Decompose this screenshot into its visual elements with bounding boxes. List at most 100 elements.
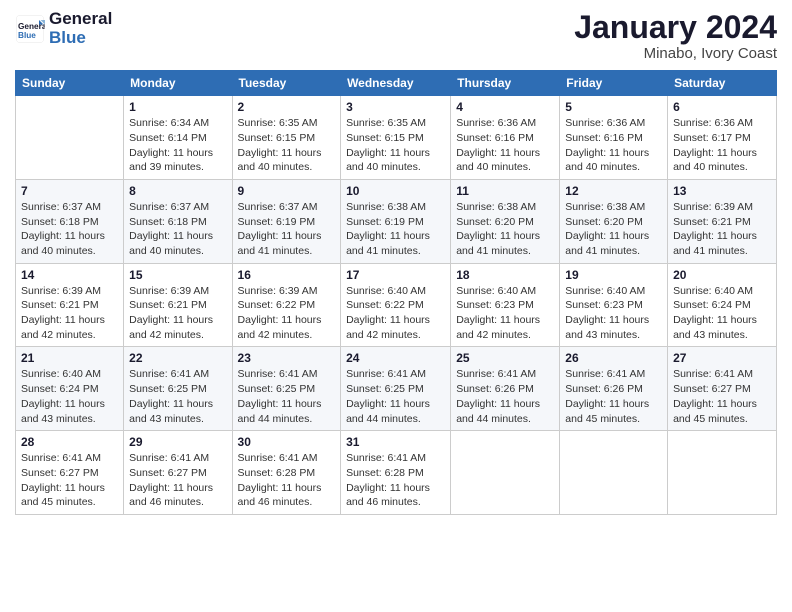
page: General Blue General Blue January 2024 M…	[0, 0, 792, 612]
day-cell: 18Sunrise: 6:40 AM Sunset: 6:23 PM Dayli…	[451, 263, 560, 347]
day-number: 30	[238, 435, 336, 449]
week-row-2: 7 Sunrise: 6:37 AM Sunset: 6:18 PM Daylig…	[16, 179, 777, 263]
header-row: SundayMondayTuesdayWednesdayThursdayFrid…	[16, 71, 777, 96]
day-cell: 7 Sunrise: 6:37 AM Sunset: 6:18 PM Daylig…	[16, 179, 124, 263]
day-number: 9	[238, 184, 336, 198]
day-number: 6	[673, 100, 771, 114]
day-info: Sunrise: 6:38 AM Sunset: 6:19 PM Dayligh…	[346, 200, 445, 259]
day-cell: 25Sunrise: 6:41 AM Sunset: 6:26 PM Dayli…	[451, 347, 560, 431]
day-cell: 23Sunrise: 6:41 AM Sunset: 6:25 PM Dayli…	[232, 347, 341, 431]
day-number: 4	[456, 100, 554, 114]
day-number: 7	[21, 184, 118, 198]
day-cell: 31 Sunrise: 6:41 AM Sunset: 6:28 PM Dayli…	[341, 431, 451, 515]
day-number: 3	[346, 100, 445, 114]
day-number: 17	[346, 268, 445, 282]
day-info: Sunrise: 6:41 AM Sunset: 6:25 PM Dayligh…	[129, 367, 226, 426]
day-info: Sunrise: 6:39 AM Sunset: 6:22 PM Dayligh…	[238, 284, 336, 343]
header-cell-sunday: Sunday	[16, 71, 124, 96]
day-cell: 10Sunrise: 6:38 AM Sunset: 6:19 PM Dayli…	[341, 179, 451, 263]
day-number: 28	[21, 435, 118, 449]
day-info: Sunrise: 6:34 AM Sunset: 6:14 PM Dayligh…	[129, 116, 226, 175]
week-row-5: 28 Sunrise: 6:41 AM Sunset: 6:27 PM Dayli…	[16, 431, 777, 515]
day-cell: 3 Sunrise: 6:35 AM Sunset: 6:15 PM Daylig…	[341, 96, 451, 180]
day-cell: 17 Sunrise: 6:40 AM Sunset: 6:22 PM Dayli…	[341, 263, 451, 347]
day-info: Sunrise: 6:41 AM Sunset: 6:27 PM Dayligh…	[21, 451, 118, 510]
day-cell: 8 Sunrise: 6:37 AM Sunset: 6:18 PM Daylig…	[124, 179, 232, 263]
header-cell-tuesday: Tuesday	[232, 71, 341, 96]
day-cell: 4 Sunrise: 6:36 AM Sunset: 6:16 PM Daylig…	[451, 96, 560, 180]
day-cell: 12 Sunrise: 6:38 AM Sunset: 6:20 PM Dayli…	[560, 179, 668, 263]
day-cell: 30 Sunrise: 6:41 AM Sunset: 6:28 PM Dayli…	[232, 431, 341, 515]
day-number: 23	[238, 351, 336, 365]
day-cell: 21Sunrise: 6:40 AM Sunset: 6:24 PM Dayli…	[16, 347, 124, 431]
day-info: Sunrise: 6:41 AM Sunset: 6:26 PM Dayligh…	[565, 367, 662, 426]
week-row-1: 1 Sunrise: 6:34 AM Sunset: 6:14 PM Daylig…	[16, 96, 777, 180]
logo: General Blue General Blue	[15, 10, 112, 47]
day-number: 2	[238, 100, 336, 114]
day-cell: 20Sunrise: 6:40 AM Sunset: 6:24 PM Dayli…	[668, 263, 777, 347]
day-cell: 9 Sunrise: 6:37 AM Sunset: 6:19 PM Daylig…	[232, 179, 341, 263]
day-number: 15	[129, 268, 226, 282]
day-cell: 14Sunrise: 6:39 AM Sunset: 6:21 PM Dayli…	[16, 263, 124, 347]
day-number: 19	[565, 268, 662, 282]
title-block: January 2024 Minabo, Ivory Coast	[574, 10, 777, 62]
day-cell: 28 Sunrise: 6:41 AM Sunset: 6:27 PM Dayli…	[16, 431, 124, 515]
day-number: 31	[346, 435, 445, 449]
day-cell: 2 Sunrise: 6:35 AM Sunset: 6:15 PM Daylig…	[232, 96, 341, 180]
week-row-3: 14Sunrise: 6:39 AM Sunset: 6:21 PM Dayli…	[16, 263, 777, 347]
month-title: January 2024	[574, 10, 777, 45]
day-info: Sunrise: 6:37 AM Sunset: 6:18 PM Dayligh…	[21, 200, 118, 259]
day-info: Sunrise: 6:41 AM Sunset: 6:25 PM Dayligh…	[346, 367, 445, 426]
day-info: Sunrise: 6:40 AM Sunset: 6:23 PM Dayligh…	[565, 284, 662, 343]
day-cell: 1 Sunrise: 6:34 AM Sunset: 6:14 PM Daylig…	[124, 96, 232, 180]
header-cell-monday: Monday	[124, 71, 232, 96]
day-info: Sunrise: 6:36 AM Sunset: 6:17 PM Dayligh…	[673, 116, 771, 175]
day-info: Sunrise: 6:41 AM Sunset: 6:28 PM Dayligh…	[346, 451, 445, 510]
calendar: SundayMondayTuesdayWednesdayThursdayFrid…	[15, 70, 777, 515]
day-info: Sunrise: 6:40 AM Sunset: 6:24 PM Dayligh…	[673, 284, 771, 343]
day-cell: 27Sunrise: 6:41 AM Sunset: 6:27 PM Dayli…	[668, 347, 777, 431]
day-cell: 16 Sunrise: 6:39 AM Sunset: 6:22 PM Dayli…	[232, 263, 341, 347]
day-cell: 5Sunrise: 6:36 AM Sunset: 6:16 PM Daylig…	[560, 96, 668, 180]
day-number: 21	[21, 351, 118, 365]
day-info: Sunrise: 6:35 AM Sunset: 6:15 PM Dayligh…	[238, 116, 336, 175]
day-info: Sunrise: 6:37 AM Sunset: 6:19 PM Dayligh…	[238, 200, 336, 259]
day-number: 22	[129, 351, 226, 365]
logo-icon: General Blue	[15, 14, 45, 44]
day-info: Sunrise: 6:41 AM Sunset: 6:27 PM Dayligh…	[673, 367, 771, 426]
day-info: Sunrise: 6:35 AM Sunset: 6:15 PM Dayligh…	[346, 116, 445, 175]
day-number: 1	[129, 100, 226, 114]
day-info: Sunrise: 6:36 AM Sunset: 6:16 PM Dayligh…	[456, 116, 554, 175]
day-info: Sunrise: 6:37 AM Sunset: 6:18 PM Dayligh…	[129, 200, 226, 259]
subtitle: Minabo, Ivory Coast	[574, 45, 777, 62]
day-cell	[560, 431, 668, 515]
day-info: Sunrise: 6:41 AM Sunset: 6:28 PM Dayligh…	[238, 451, 336, 510]
day-info: Sunrise: 6:41 AM Sunset: 6:27 PM Dayligh…	[129, 451, 226, 510]
header-cell-friday: Friday	[560, 71, 668, 96]
header-cell-thursday: Thursday	[451, 71, 560, 96]
header: General Blue General Blue January 2024 M…	[15, 10, 777, 62]
day-cell: 13 Sunrise: 6:39 AM Sunset: 6:21 PM Dayli…	[668, 179, 777, 263]
day-number: 13	[673, 184, 771, 198]
header-cell-wednesday: Wednesday	[341, 71, 451, 96]
day-number: 26	[565, 351, 662, 365]
day-number: 12	[565, 184, 662, 198]
day-number: 18	[456, 268, 554, 282]
day-number: 16	[238, 268, 336, 282]
day-number: 11	[456, 184, 554, 198]
day-cell: 26 Sunrise: 6:41 AM Sunset: 6:26 PM Dayli…	[560, 347, 668, 431]
day-number: 8	[129, 184, 226, 198]
day-number: 24	[346, 351, 445, 365]
day-info: Sunrise: 6:36 AM Sunset: 6:16 PM Dayligh…	[565, 116, 662, 175]
day-number: 25	[456, 351, 554, 365]
day-number: 29	[129, 435, 226, 449]
day-cell: 24 Sunrise: 6:41 AM Sunset: 6:25 PM Dayli…	[341, 347, 451, 431]
day-info: Sunrise: 6:39 AM Sunset: 6:21 PM Dayligh…	[673, 200, 771, 259]
day-info: Sunrise: 6:38 AM Sunset: 6:20 PM Dayligh…	[565, 200, 662, 259]
day-info: Sunrise: 6:39 AM Sunset: 6:21 PM Dayligh…	[129, 284, 226, 343]
svg-text:Blue: Blue	[18, 31, 36, 40]
header-cell-saturday: Saturday	[668, 71, 777, 96]
day-cell: 11Sunrise: 6:38 AM Sunset: 6:20 PM Dayli…	[451, 179, 560, 263]
day-info: Sunrise: 6:40 AM Sunset: 6:22 PM Dayligh…	[346, 284, 445, 343]
day-cell: 15 Sunrise: 6:39 AM Sunset: 6:21 PM Dayli…	[124, 263, 232, 347]
